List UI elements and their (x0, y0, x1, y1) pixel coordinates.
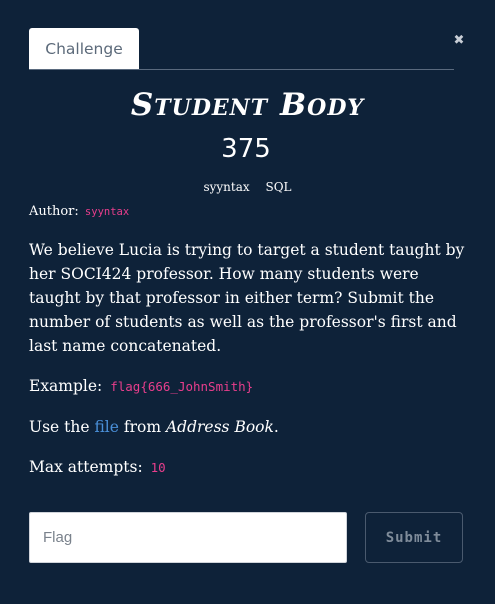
challenge-points: 375 (221, 134, 271, 164)
author-line: Author: syyntax (29, 203, 129, 221)
tab-challenge[interactable]: Challenge (29, 28, 139, 69)
challenge-description: We believe Lucia is trying to target a s… (29, 241, 465, 355)
example-flag: flag{666_JohnSmith} (110, 379, 254, 394)
max-attempts-label: Max attempts: (29, 458, 143, 476)
max-attempts-value: 10 (150, 460, 166, 475)
submit-button[interactable]: Submit (365, 512, 463, 563)
challenge-title: Student Body (130, 87, 365, 123)
challenge-tags: syyntax SQL (0, 178, 495, 196)
file-link[interactable]: file (94, 418, 118, 436)
flag-input[interactable] (29, 512, 347, 563)
from-text: from (123, 418, 162, 436)
file-line: Use the file from Address Book. (29, 415, 279, 439)
tag: SQL (265, 180, 292, 194)
use-the-text: Use the (29, 418, 90, 436)
period: . (273, 418, 279, 436)
author-label: Author: (29, 204, 79, 219)
source-challenge-name: Address Book (165, 418, 274, 436)
tab-bar: Challenge (29, 28, 454, 70)
author-name: syyntax (84, 206, 130, 218)
max-attempts-line: Max attempts: 10 (29, 455, 166, 480)
close-icon[interactable]: ✖ (452, 33, 466, 49)
challenge-modal: Challenge ✖ Student Body 375 syyntax SQL… (0, 0, 495, 604)
example-line: Example: flag{666_JohnSmith} (29, 374, 253, 399)
example-label: Example: (29, 377, 103, 395)
tag: syyntax (203, 180, 250, 194)
